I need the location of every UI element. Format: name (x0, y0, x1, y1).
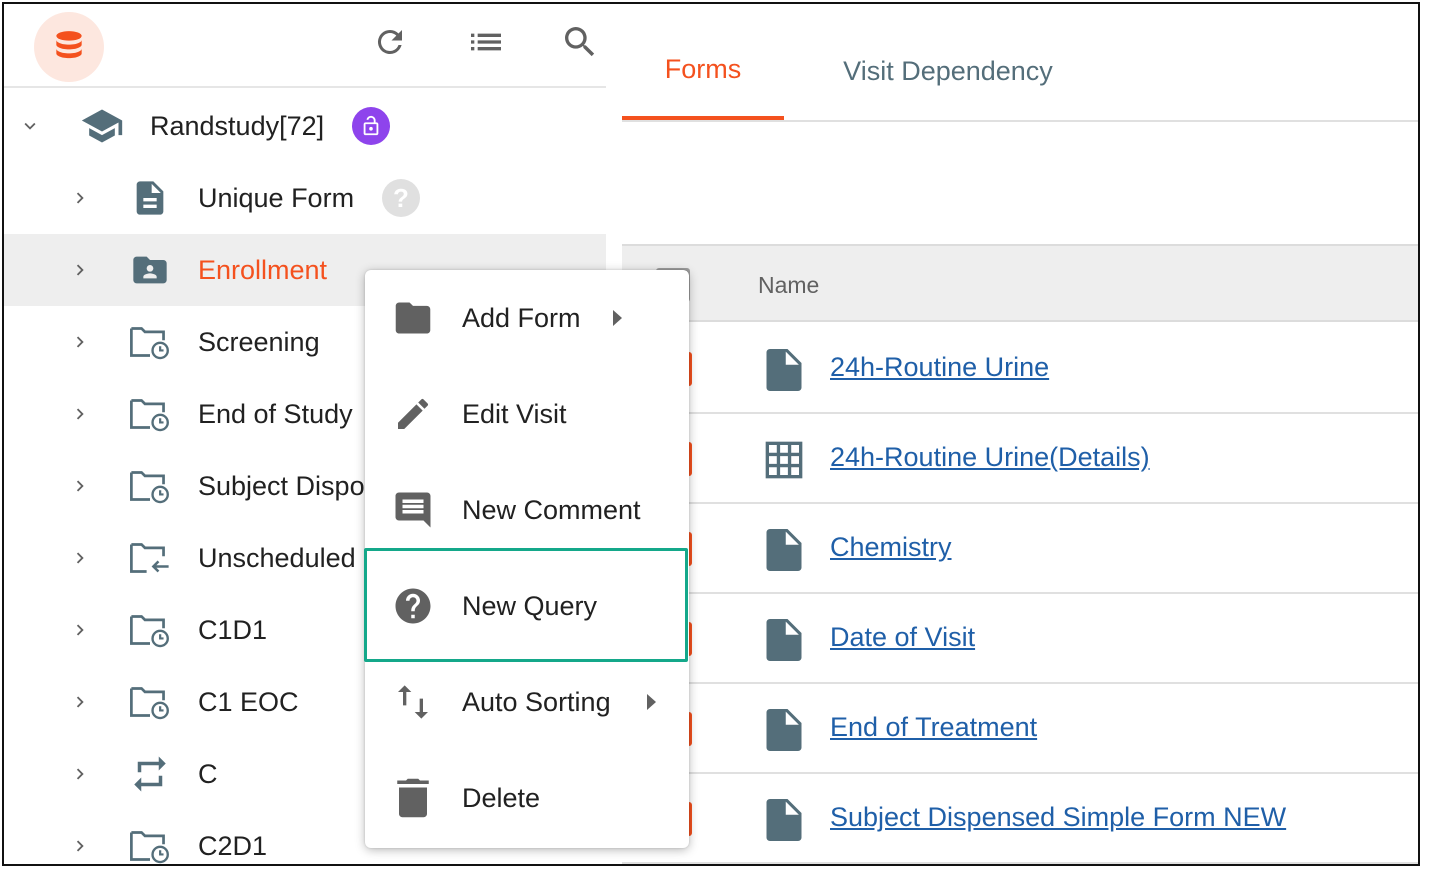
menu-item-label: Auto Sorting (462, 686, 611, 717)
submenu-arrow-icon (613, 310, 622, 326)
chevron-right-icon[interactable] (68, 834, 92, 858)
tree-item-label: Enrollment (198, 254, 328, 285)
folder-clock-icon (128, 680, 172, 724)
form-link[interactable]: Chemistry (830, 532, 952, 563)
repeat-icon (128, 752, 172, 796)
folder-clock-icon (128, 392, 172, 436)
menu-item-label: Edit Visit (462, 398, 567, 429)
forms-panel: Forms Visit Dependency Name 24h-Routine … (622, 4, 1418, 864)
pencil-icon (391, 392, 435, 436)
folder-user-icon (128, 248, 172, 292)
file-icon (764, 708, 804, 752)
lock-open-icon (352, 107, 390, 145)
tree-item-label: End of Study (198, 398, 353, 429)
list-icon[interactable] (466, 22, 506, 62)
tree-root-randstudy[interactable]: Randstudy[72] (4, 90, 606, 162)
form-link[interactable]: End of Treatment (830, 712, 1037, 743)
app-window: Randstudy[72] Unique Form ? Enrollment S… (2, 2, 1420, 866)
chevron-right-icon[interactable] (68, 546, 92, 570)
file-icon (764, 348, 804, 392)
chevron-right-icon[interactable] (68, 474, 92, 498)
folder-clock-icon (128, 608, 172, 652)
database-icon[interactable] (34, 12, 104, 82)
grid-icon (764, 438, 804, 482)
form-link[interactable]: Subject Dispensed Simple Form NEW (830, 802, 1286, 833)
chevron-right-icon[interactable] (68, 330, 92, 354)
tree-item-label: Subject Dispo (198, 470, 365, 501)
tree-item-unique-form[interactable]: Unique Form ? (4, 162, 606, 234)
table-row[interactable]: Date of Visit (622, 594, 1418, 684)
tab-visit-dependency[interactable]: Visit Dependency (808, 22, 1088, 120)
form-link[interactable]: Date of Visit (830, 622, 975, 653)
chevron-right-icon[interactable] (68, 402, 92, 426)
column-header-name[interactable]: Name (758, 272, 819, 299)
form-link[interactable]: 24h-Routine Urine (830, 352, 1049, 383)
tree-item-label: C1 EOC (198, 686, 299, 717)
tree-item-label: C (198, 758, 218, 789)
table-row[interactable]: 24h-Routine Urine (622, 324, 1418, 414)
menu-item-new-comment[interactable]: New Comment (365, 462, 689, 558)
folder-clock-icon (128, 464, 172, 508)
menu-item-auto-sorting[interactable]: Auto Sorting (365, 654, 689, 750)
form-icon (128, 176, 172, 220)
chevron-down-icon[interactable] (18, 114, 42, 138)
tree-item-label: Unscheduled (198, 542, 356, 573)
new-query-highlight (364, 548, 688, 662)
menu-item-label: Delete (462, 782, 541, 813)
comment-icon (391, 488, 435, 532)
table-row[interactable]: 24h-Routine Urine(Details) (622, 414, 1418, 504)
chevron-right-icon[interactable] (68, 618, 92, 642)
folder-icon (391, 296, 435, 340)
table-row[interactable]: Chemistry (622, 504, 1418, 594)
submenu-arrow-icon (647, 694, 656, 710)
sort-icon (391, 680, 435, 724)
tab-forms[interactable]: Forms (622, 22, 784, 120)
search-icon[interactable] (560, 22, 600, 62)
file-icon (764, 798, 804, 842)
form-link[interactable]: 24h-Routine Urine(Details) (830, 442, 1150, 473)
chevron-right-icon[interactable] (68, 762, 92, 786)
tree-item-label: Unique Form (198, 182, 355, 213)
refresh-icon[interactable] (370, 22, 410, 62)
table-header: Name (622, 244, 1418, 322)
folder-arrow-icon (128, 536, 172, 580)
folder-clock-icon (128, 824, 172, 864)
chevron-right-icon[interactable] (68, 258, 92, 282)
menu-item-label: Add Form (462, 302, 581, 333)
tree-toolbar (4, 4, 606, 88)
file-icon (764, 618, 804, 662)
menu-item-delete[interactable]: Delete (365, 750, 689, 846)
table-row[interactable]: End of Treatment (622, 684, 1418, 774)
study-name: Randstudy[72] (150, 110, 325, 141)
menu-item-label: New Comment (462, 494, 641, 525)
school-icon (80, 104, 124, 148)
chevron-right-icon[interactable] (68, 186, 92, 210)
tree-item-label: Screening (198, 326, 320, 357)
folder-clock-icon (128, 320, 172, 364)
menu-item-edit-visit[interactable]: Edit Visit (365, 366, 689, 462)
tree-item-label: C2D1 (198, 830, 268, 861)
trash-icon (391, 776, 435, 820)
help-icon: ? (382, 179, 420, 217)
tab-bar: Forms Visit Dependency (622, 22, 1418, 122)
table-row[interactable]: Subject Dispensed Simple Form NEW (622, 774, 1418, 864)
file-icon (764, 528, 804, 572)
menu-item-add-form[interactable]: Add Form (365, 270, 689, 366)
tree-item-label: C1D1 (198, 614, 268, 645)
chevron-right-icon[interactable] (68, 690, 92, 714)
